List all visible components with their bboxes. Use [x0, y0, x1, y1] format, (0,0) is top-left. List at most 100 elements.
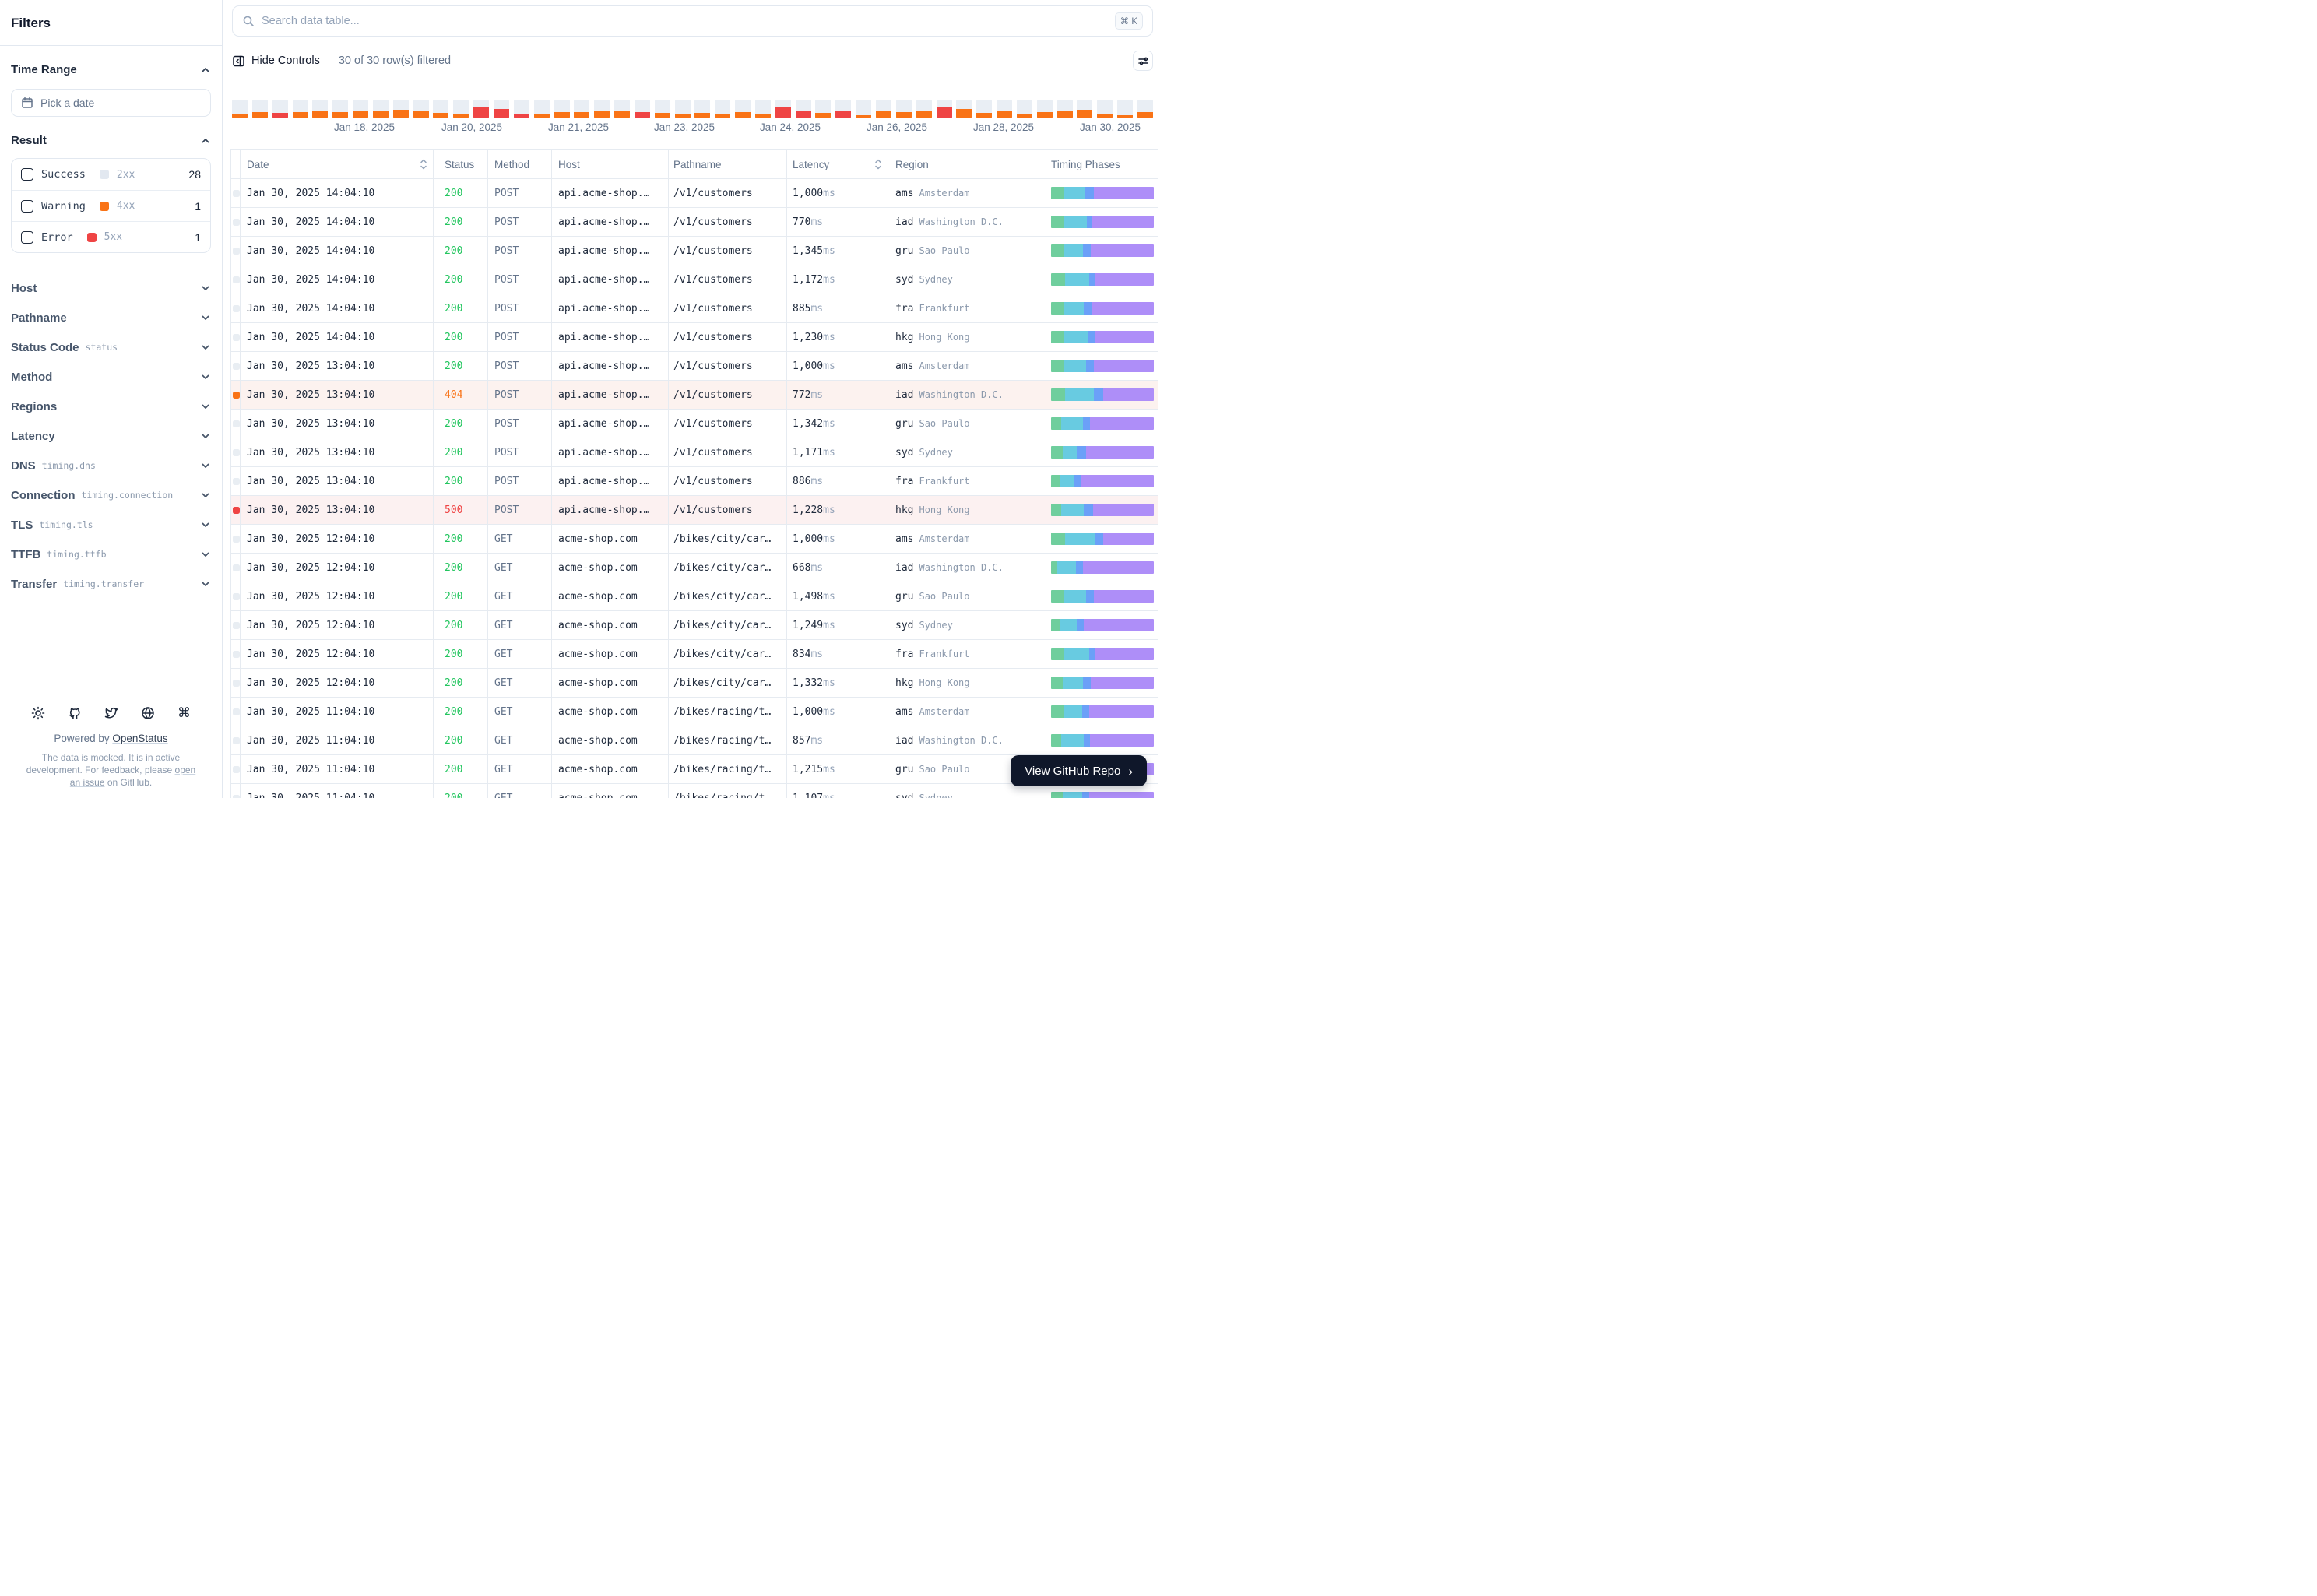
column-header-date[interactable]: Date [241, 150, 434, 178]
timeline-bar[interactable] [232, 100, 248, 118]
row-select-checkbox[interactable] [232, 362, 240, 370]
row-select-checkbox[interactable] [232, 708, 240, 715]
timeline-bar[interactable] [614, 100, 631, 118]
row-select-checkbox[interactable] [232, 736, 240, 744]
timeline-bar[interactable] [554, 100, 570, 118]
globe-icon[interactable] [141, 706, 155, 720]
table-row[interactable]: Jan 30, 2025 14:04:10 200 POST api.acme-sho… [231, 208, 1158, 237]
time-range-section-header[interactable]: Time Range [11, 63, 211, 76]
sidebar-filter-tls[interactable]: TLS timing.tls [0, 510, 222, 540]
timeline-bar[interactable] [493, 100, 509, 118]
sidebar-filter-method[interactable]: Method [0, 362, 222, 392]
row-select-checkbox[interactable] [232, 535, 240, 543]
row-select-checkbox[interactable] [232, 794, 240, 798]
timeline-bar[interactable] [292, 100, 308, 118]
table-row[interactable]: Jan 30, 2025 14:04:10 200 POST api.acme-sho… [231, 294, 1158, 323]
timeline-bar[interactable] [775, 100, 791, 118]
sidebar-filter-regions[interactable]: Regions [0, 392, 222, 421]
timeline-bar[interactable] [473, 100, 490, 118]
sidebar-filter-ttfb[interactable]: TTFB timing.ttfb [0, 540, 222, 569]
sidebar-filter-dns[interactable]: DNS timing.dns [0, 451, 222, 480]
sort-icon[interactable] [419, 158, 428, 170]
checkbox[interactable] [21, 230, 33, 244]
row-select-checkbox[interactable] [232, 679, 240, 687]
row-select-checkbox[interactable] [232, 477, 240, 485]
row-select-checkbox[interactable] [232, 564, 240, 571]
result-section-header[interactable]: Result [11, 134, 211, 147]
table-row[interactable]: Jan 30, 2025 12:04:10 200 GET acme-shop.com… [231, 582, 1158, 611]
timeline-bar[interactable] [936, 100, 952, 118]
twitter-icon[interactable] [104, 706, 118, 720]
table-row[interactable]: Jan 30, 2025 13:04:10 200 POST api.acme-sho… [231, 467, 1158, 496]
row-select-checkbox[interactable] [232, 276, 240, 283]
result-option-warning[interactable]: Warning 4xx 1 [12, 190, 210, 221]
timeline-bar[interactable] [1036, 100, 1053, 118]
checkbox[interactable] [21, 199, 33, 213]
timeline-bar[interactable] [453, 100, 469, 118]
hide-controls-button[interactable]: Hide Controls [232, 54, 320, 68]
timeline-bar[interactable] [735, 100, 751, 118]
timeline-bar[interactable] [815, 100, 832, 118]
sidebar-filter-connection[interactable]: Connection timing.connection [0, 480, 222, 510]
sidebar-filter-transfer[interactable]: Transfer timing.transfer [0, 569, 222, 599]
row-select-checkbox[interactable] [232, 218, 240, 226]
table-row[interactable]: Jan 30, 2025 12:04:10 200 GET acme-shop.com… [231, 525, 1158, 554]
row-select-checkbox[interactable] [232, 592, 240, 600]
column-header-latency[interactable]: Latency [787, 150, 888, 178]
sidebar-filter-pathname[interactable]: Pathname [0, 303, 222, 332]
table-row[interactable]: Jan 30, 2025 12:04:10 200 GET acme-shop.com… [231, 554, 1158, 582]
date-picker-input[interactable]: Pick a date [11, 89, 211, 117]
timeline-bar[interactable] [1016, 100, 1032, 118]
table-row[interactable]: Jan 30, 2025 13:04:10 200 POST api.acme-sho… [231, 438, 1158, 467]
timeline-bar[interactable] [353, 100, 369, 118]
row-select-checkbox[interactable] [232, 304, 240, 312]
timeline-bar[interactable] [916, 100, 932, 118]
view-options-button[interactable] [1133, 51, 1153, 71]
row-select-checkbox[interactable] [232, 621, 240, 629]
table-row[interactable]: Jan 30, 2025 14:04:10 200 POST api.acme-sho… [231, 179, 1158, 208]
openstatus-link[interactable]: OpenStatus [112, 733, 167, 744]
timeline-bar[interactable] [715, 100, 731, 118]
timeline-bar[interactable] [594, 100, 610, 118]
timeline-bar[interactable] [392, 100, 409, 118]
table-row[interactable]: Jan 30, 2025 14:04:10 200 POST api.acme-sho… [231, 265, 1158, 294]
table-row[interactable]: Jan 30, 2025 12:04:10 200 GET acme-shop.com… [231, 669, 1158, 698]
row-select-checkbox[interactable] [232, 506, 240, 514]
table-row[interactable]: Jan 30, 2025 14:04:10 200 POST api.acme-sho… [231, 323, 1158, 352]
result-option-success[interactable]: Success 2xx 28 [12, 159, 210, 190]
table-row[interactable]: Jan 30, 2025 13:04:10 200 POST api.acme-sho… [231, 410, 1158, 438]
timeline-bar[interactable] [413, 100, 429, 118]
row-select-checkbox[interactable] [232, 189, 240, 197]
timeline-bar[interactable] [876, 100, 891, 118]
github-icon[interactable] [68, 706, 82, 720]
timeline-bar[interactable] [634, 100, 650, 118]
timeline-bar[interactable] [433, 100, 449, 118]
timeline-bar[interactable] [1077, 100, 1093, 118]
row-select-checkbox[interactable] [232, 765, 240, 773]
row-select-checkbox[interactable] [232, 247, 240, 255]
sidebar-filter-status-code[interactable]: Status Code status [0, 332, 222, 362]
sidebar-filter-latency[interactable]: Latency [0, 421, 222, 451]
timeline-bar[interactable] [513, 100, 529, 118]
row-select-checkbox[interactable] [232, 333, 240, 341]
timeline-bar[interactable] [312, 100, 329, 118]
timeline-bar[interactable] [976, 100, 993, 118]
timeline-bar[interactable] [956, 100, 972, 118]
timeline-bar[interactable] [674, 100, 691, 118]
timeline-bar[interactable] [1057, 100, 1073, 118]
search-input[interactable] [262, 15, 1108, 27]
sidebar-filter-host[interactable]: Host [0, 273, 222, 303]
timeline-bar[interactable] [754, 100, 771, 118]
table-row[interactable]: Jan 30, 2025 11:04:10 200 GET acme-shop.com… [231, 698, 1158, 726]
timeline-bar[interactable] [795, 100, 811, 118]
checkbox[interactable] [21, 168, 33, 181]
timeline-bar[interactable] [997, 100, 1013, 118]
timeline-bar[interactable] [856, 100, 872, 118]
table-row[interactable]: Jan 30, 2025 13:04:10 200 POST api.acme-sho… [231, 352, 1158, 381]
table-row[interactable]: Jan 30, 2025 13:04:10 404 POST api.acme-sho… [231, 381, 1158, 410]
timeline-bar[interactable] [895, 100, 912, 118]
timeline-bar[interactable] [694, 100, 711, 118]
table-row[interactable]: Jan 30, 2025 13:04:10 500 POST api.acme-sho… [231, 496, 1158, 525]
timeline-bar[interactable] [1117, 100, 1134, 118]
timeline-bar[interactable] [654, 100, 670, 118]
